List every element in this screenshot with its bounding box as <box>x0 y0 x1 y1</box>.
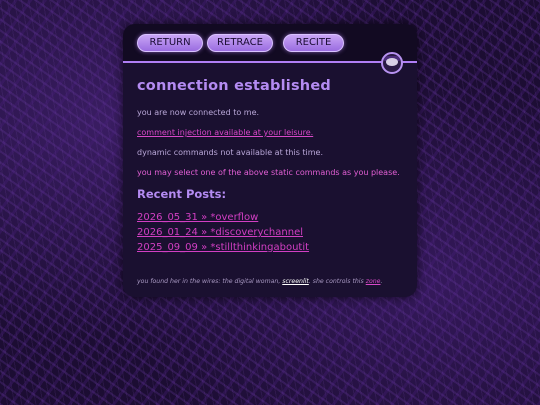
footer-credit: you found her in the wires: the digital … <box>137 278 382 285</box>
main-panel: RETURN RETRACE RECITE connection establi… <box>123 24 417 297</box>
retrace-button[interactable]: RETRACE <box>207 34 273 52</box>
credit-link[interactable]: screenlit <box>282 278 309 285</box>
status-line-instructions: you may select one of the above static c… <box>137 168 400 177</box>
status-line-connected: you are now connected to me. <box>137 108 260 117</box>
zone-link[interactable]: zone <box>366 278 381 285</box>
post-link-overflow[interactable]: 2026_05_31 » *overflow <box>137 212 258 223</box>
footer-text-after: . <box>380 278 383 285</box>
post-link-stillthinkingaboutit[interactable]: 2025_09_09 » *stillthinkingaboutit <box>137 242 309 253</box>
page-title: connection established <box>137 78 331 94</box>
recent-posts-heading: Recent Posts: <box>137 187 227 201</box>
post-link-discoverychannel[interactable]: 2026_01_24 » *discoverychannel <box>137 227 303 238</box>
status-line-dynamic: dynamic commands not available at this t… <box>137 148 324 157</box>
return-button[interactable]: RETURN <box>137 34 203 52</box>
avatar-icon <box>381 52 403 74</box>
comment-injection-link[interactable]: comment injection available at your leis… <box>137 128 313 137</box>
footer-text-before: you found her in the wires: the digital … <box>137 278 283 285</box>
recite-button[interactable]: RECITE <box>283 34 344 52</box>
nav-divider <box>123 61 417 63</box>
nav-bar: RETURN RETRACE RECITE <box>123 24 417 62</box>
footer-text-middle: . she controls this <box>308 278 366 285</box>
